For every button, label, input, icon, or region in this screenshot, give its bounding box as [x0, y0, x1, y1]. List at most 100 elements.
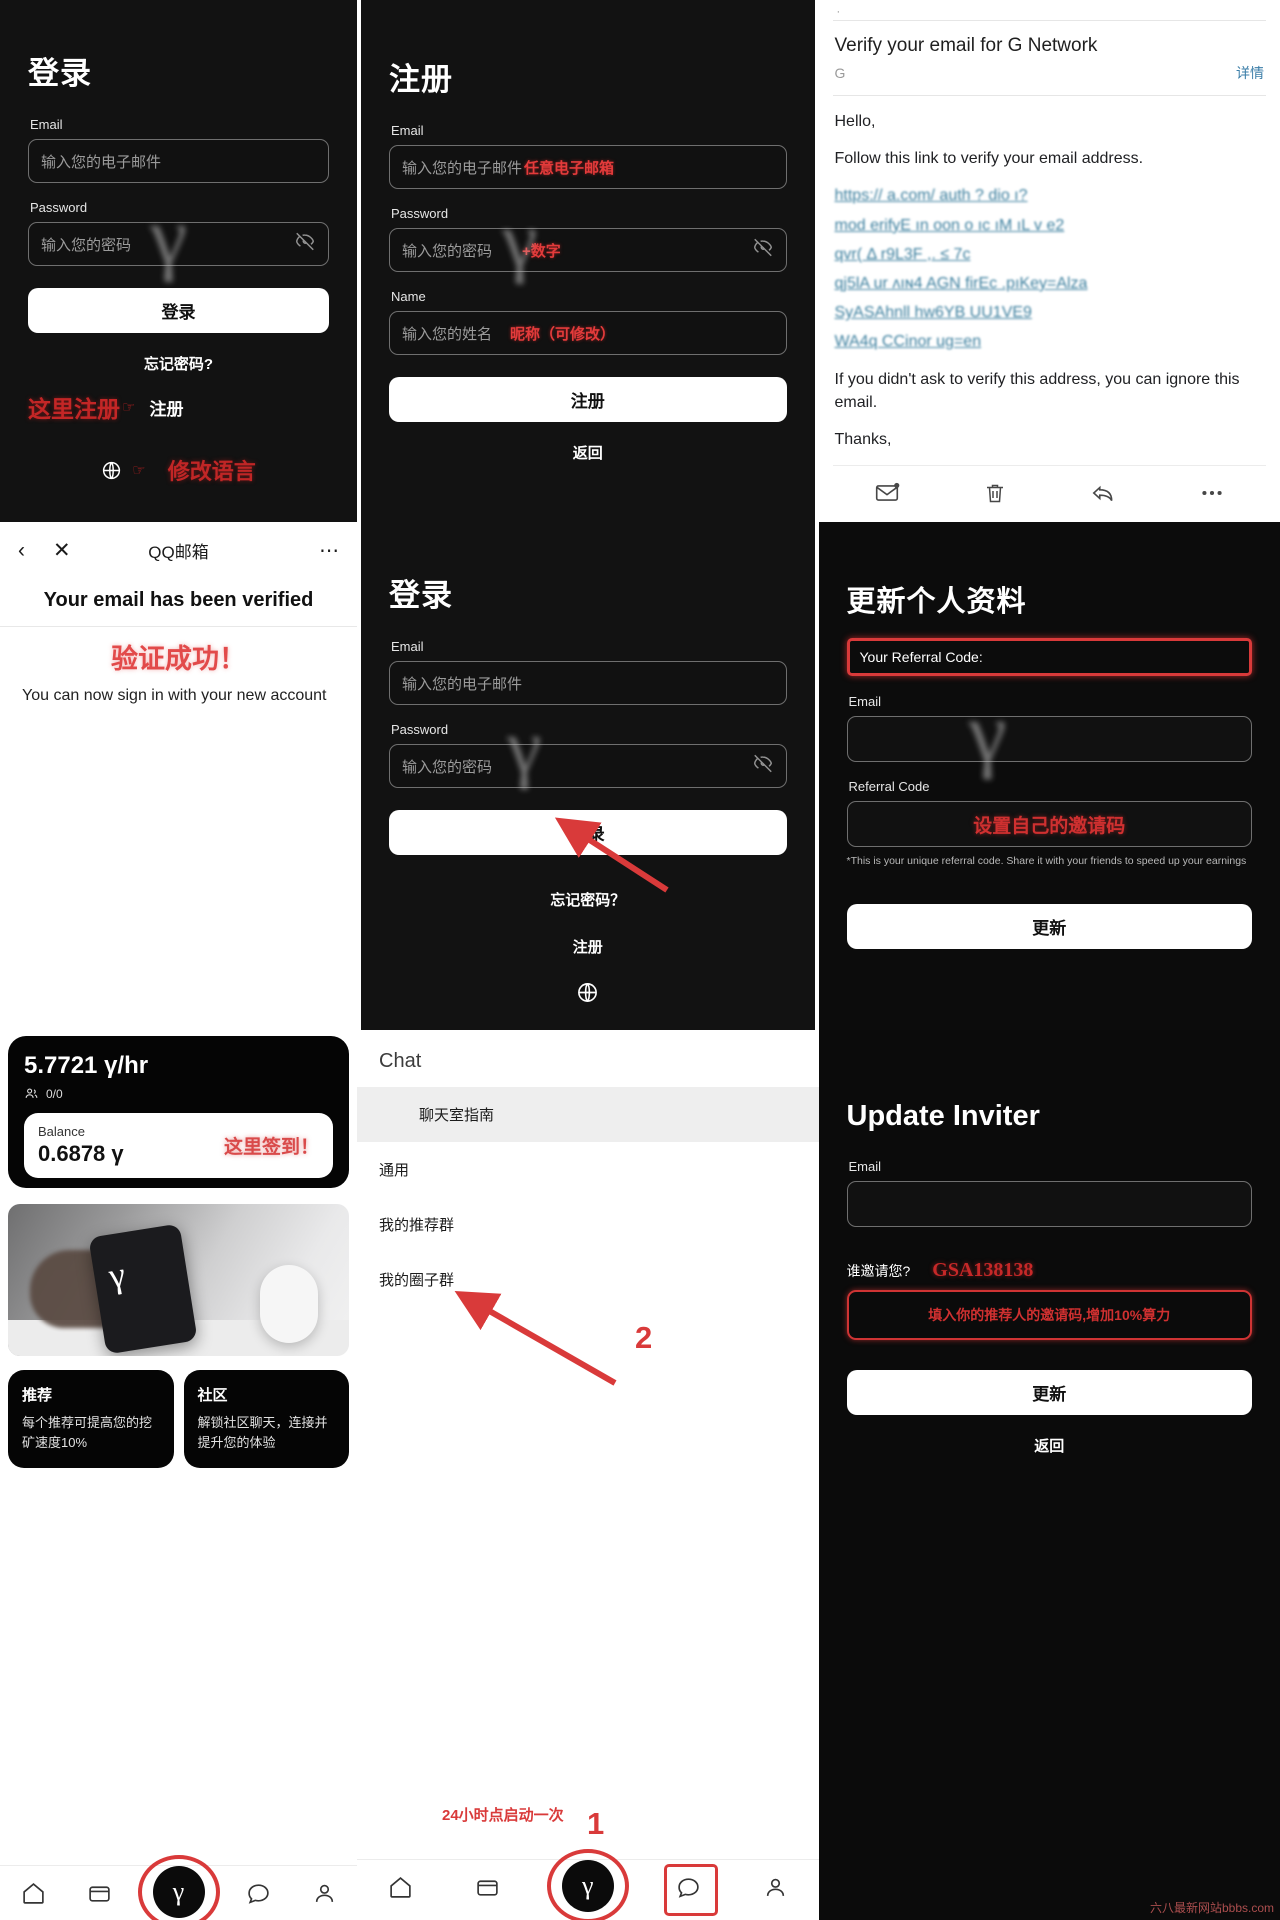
login2-register-link[interactable]: 注册	[389, 936, 787, 957]
login2-password-input[interactable]: 输入您的密码	[389, 744, 787, 788]
login2-password-placeholder: 输入您的密码	[402, 758, 493, 776]
email-placeholder: 输入您的电子邮件	[41, 153, 162, 171]
tab-mining-fab[interactable]: γ	[137, 1855, 220, 1920]
profile-email-input[interactable]	[846, 716, 1252, 762]
email-label: Email	[30, 117, 63, 132]
signup-submit-button[interactable]: 注册	[389, 377, 787, 422]
signup-password-input[interactable]: 输入您的密码 +数字	[389, 228, 787, 272]
pointing-hand-icon-2: ☞	[132, 462, 146, 479]
login2-title: 登录	[389, 578, 453, 613]
login2-submit-button[interactable]: 登录	[389, 810, 787, 855]
chat-item-referral-group[interactable]: 我的推荐群	[357, 1197, 819, 1252]
eye-off-icon[interactable]	[752, 753, 774, 780]
tile-referral-body: 每个推荐可提高您的挖矿速度10%	[22, 1415, 153, 1450]
login2-email-input[interactable]: 输入您的电子邮件	[389, 661, 787, 705]
qq-title-bar: ‹ ✕ QQ邮箱 ⋯	[0, 522, 357, 575]
signup-back-link[interactable]: 返回	[389, 442, 787, 463]
qq-app-title: QQ邮箱	[148, 543, 209, 562]
pointing-hand-icon: ☞	[122, 399, 136, 416]
email-details-link[interactable]: 详情	[1236, 63, 1264, 83]
more-icon[interactable]: ⋯	[319, 538, 339, 563]
email-action-bar	[832, 465, 1266, 521]
profile-referral-input[interactable]: 设置自己的邀请码	[846, 801, 1252, 847]
chat-item-guide[interactable]: 聊天室指南	[357, 1087, 819, 1142]
people-icon	[25, 1088, 38, 1098]
email-link-line: WA4q CCinor ug=en	[834, 333, 982, 351]
panel-update-profile: 更新个人资料 Your Referral Code: Email Referra…	[818, 522, 1280, 1030]
signup-password-placeholder: 输入您的密码	[402, 242, 493, 260]
inviter-who-label: 谁邀请您?	[846, 1262, 911, 1279]
verified-subtext: You can now sign in with your new accoun…	[22, 687, 327, 704]
panel-email-verified: ‹ ✕ QQ邮箱 ⋯ Your email has been verified …	[0, 522, 357, 1030]
signup-email-input[interactable]: 输入您的电子邮件 任意电子邮箱	[389, 145, 787, 189]
tab-chat-icon[interactable]	[246, 1881, 271, 1911]
delete-icon[interactable]	[983, 481, 1007, 510]
login-submit-button[interactable]: 登录	[28, 288, 329, 333]
email-input[interactable]: 输入您的电子邮件	[28, 139, 329, 183]
inviter-update-button[interactable]: 更新	[846, 1370, 1252, 1415]
chat-title: Chat	[379, 1050, 422, 1072]
info-tiles: 推荐 每个推荐可提高您的挖矿速度10% 社区 解锁社区聊天，连接并提升您的体验	[8, 1370, 349, 1468]
annotation-verify-success: 验证成功！	[111, 644, 246, 674]
email-verify-link[interactable]: https:// a.com/ auth ? dio ı? mod erifyE…	[833, 184, 1267, 353]
balance-card[interactable]: Balance 0.6878 γ 这里签到！	[24, 1113, 333, 1178]
login2-email-label: Email	[391, 639, 424, 654]
email-link-line: qvr( Δ r9L3F ,. ≤ 7c	[834, 245, 971, 263]
login2-password-label: Password	[391, 722, 449, 737]
email-greeting: Hello,	[834, 113, 876, 130]
tab-home-icon[interactable]	[21, 1881, 46, 1911]
site-watermark: 六八最新网站bbbs.com	[1149, 1901, 1274, 1915]
panel-login: 登录 Email 输入您的电子邮件 Password 输入您的密码 登录 忘记密…	[0, 0, 357, 522]
eye-off-icon[interactable]	[294, 231, 316, 258]
globe-icon[interactable]	[576, 981, 599, 1009]
inviter-code-value: GSA138138	[932, 1259, 1034, 1281]
language-switcher[interactable]: ☞ 修改语言	[28, 454, 329, 486]
globe-icon[interactable]	[101, 460, 122, 481]
tab-wallet-icon[interactable]	[87, 1881, 112, 1911]
more-icon[interactable]	[1199, 480, 1225, 511]
tab-profile-icon[interactable]	[312, 1881, 337, 1911]
tile-referral[interactable]: 推荐 每个推荐可提高您的挖矿速度10%	[8, 1370, 174, 1468]
annotation-password-rule: +数字	[522, 242, 561, 260]
update-profile-screen: 更新个人资料 Your Referral Code: Email Referra…	[818, 522, 1280, 1030]
peers-row: 0/0	[24, 1086, 333, 1101]
forgot-password-link[interactable]: 忘记密码?	[28, 353, 329, 374]
annotation-circle-mining	[137, 1855, 220, 1920]
email-thanks: Thanks,	[834, 430, 892, 448]
annotation-step-2: 2	[635, 1320, 653, 1355]
signup-email-placeholder: 输入您的电子邮件	[402, 159, 523, 177]
signup-name-input[interactable]: 输入您的姓名 昵称（可修改）	[389, 311, 787, 355]
password-input[interactable]: 输入您的密码	[28, 222, 329, 266]
eye-off-icon[interactable]	[752, 237, 774, 264]
annotation-24h-start: 24小时点启动一次	[442, 1807, 564, 1824]
login-screen: 登录 Email 输入您的电子邮件 Password 输入您的密码 登录 忘记密…	[0, 0, 357, 522]
register-link[interactable]: 注册	[149, 395, 183, 420]
panel-home: 5.7721 γ/hr 0/0 Balance 0.6878 γ 这里签到！ γ	[0, 1030, 357, 1920]
mark-unread-icon[interactable]	[874, 480, 900, 511]
inviter-back-link[interactable]: 返回	[847, 1435, 1253, 1456]
chat-item-circle-group[interactable]: 我的圈子群	[357, 1252, 819, 1307]
email-sender: G	[834, 65, 846, 81]
tile-community[interactable]: 社区 解锁社区聊天，连接并提升您的体验	[183, 1370, 349, 1468]
login2-email-placeholder: 输入您的电子邮件	[402, 675, 523, 693]
inviter-code-input[interactable]: 填入你的推荐人的邀请码,增加10%算力	[846, 1290, 1252, 1340]
tab-chat-icon[interactable]	[663, 1864, 718, 1916]
bottom-tab-bar: γ	[0, 1855, 357, 1920]
annotation-box-chat-tab	[663, 1864, 718, 1916]
reply-icon[interactable]	[1090, 480, 1116, 511]
tab-mining-fab[interactable]: γ	[546, 1849, 629, 1920]
tab-profile-icon[interactable]	[763, 1875, 788, 1905]
annotation-any-email: 任意电子邮箱	[524, 159, 615, 177]
email-footer: If you didn't ask to verify this address…	[834, 370, 1240, 411]
tab-wallet-icon[interactable]	[475, 1875, 500, 1905]
signup-screen: 注册 Email 输入您的电子邮件 任意电子邮箱 Password 输入您的密码…	[357, 0, 819, 522]
inviter-email-input[interactable]	[846, 1181, 1252, 1227]
chat-item-general[interactable]: 通用	[357, 1142, 819, 1197]
balance-value: 0.6878 γ	[38, 1141, 124, 1166]
login2-forgot-link[interactable]: 忘记密码？	[389, 889, 787, 910]
profile-update-button[interactable]: 更新	[846, 903, 1252, 949]
tab-home-icon[interactable]	[388, 1875, 413, 1905]
email-body: Follow this link to verify your email ad…	[834, 150, 1144, 168]
mining-card: 5.7721 γ/hr 0/0 Balance 0.6878 γ 这里签到！	[8, 1036, 349, 1188]
annotation-nickname: 昵称（可修改）	[510, 325, 616, 343]
